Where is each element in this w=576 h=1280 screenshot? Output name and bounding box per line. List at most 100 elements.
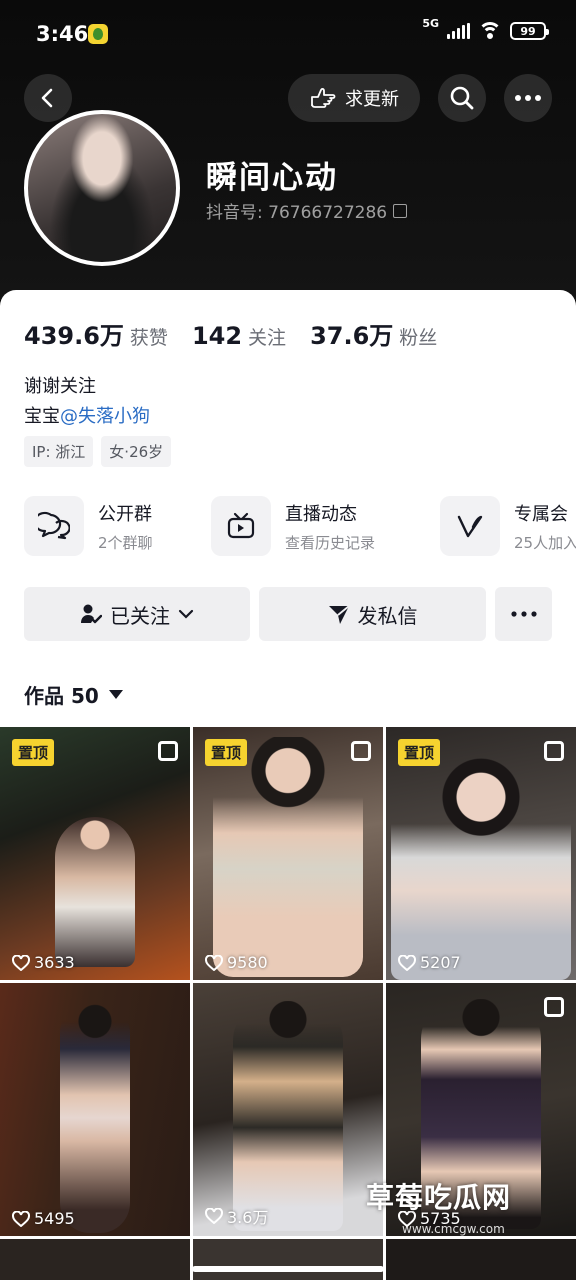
- stat-number: 142: [191, 322, 243, 350]
- stat-label: 获赞: [129, 327, 168, 349]
- work-thumbnail[interactable]: [0, 1239, 190, 1280]
- feature-membership[interactable]: 专属会 25人加入: [440, 496, 576, 556]
- status-time: 3:46: [36, 22, 89, 46]
- status-indicators: 5G 99: [422, 17, 549, 40]
- more-dots-icon: [510, 611, 537, 617]
- like-count: 5495: [12, 1209, 75, 1228]
- followed-label: 已关注: [110, 603, 170, 628]
- request-update-button[interactable]: 求更新: [288, 74, 420, 122]
- search-icon: [450, 86, 474, 110]
- feature-subtitle: 25人加入: [514, 533, 576, 552]
- photo-figure: [60, 1003, 130, 1233]
- pointing-hand-icon: [311, 88, 336, 108]
- network-type: 5G: [422, 16, 439, 30]
- home-indicator[interactable]: [192, 1266, 384, 1272]
- battery-icon: 99: [510, 22, 549, 40]
- wifi-icon: [478, 22, 502, 40]
- user-check-icon: [81, 604, 102, 624]
- like-count: 5207: [398, 953, 461, 972]
- mention-link[interactable]: @失落小狗: [60, 406, 150, 427]
- like-count-value: 5207: [420, 953, 461, 972]
- multi-image-icon: [158, 741, 178, 761]
- stat-followers[interactable]: 37.6万 粉丝: [310, 316, 437, 351]
- avatar[interactable]: [24, 110, 180, 266]
- work-thumbnail[interactable]: [193, 1239, 383, 1280]
- feature-subtitle: 查看历史记录: [285, 533, 376, 552]
- stat-likes[interactable]: 439.6万 获赞: [24, 316, 168, 351]
- multi-image-icon: [351, 741, 371, 761]
- stat-number: 439.6万: [24, 322, 124, 350]
- watermark-title: 草莓吃瓜网: [366, 1181, 512, 1214]
- bio-text: 宝宝: [24, 406, 60, 427]
- ip-location-tag: IP: 浙江: [24, 436, 94, 467]
- work-thumbnail[interactable]: [386, 1239, 576, 1280]
- heart-icon: [12, 954, 30, 971]
- request-update-label: 求更新: [345, 89, 399, 110]
- more-actions-button[interactable]: [495, 587, 552, 641]
- like-count-value: 9580: [227, 953, 268, 972]
- paper-plane-icon: [328, 605, 350, 624]
- followed-button[interactable]: 已关注: [24, 587, 250, 641]
- tv-icon: [211, 496, 271, 556]
- chevron-down-icon: [178, 609, 194, 619]
- works-label: 作品 50: [24, 684, 99, 708]
- back-button[interactable]: [24, 74, 72, 122]
- nickname: 瞬间心动: [206, 160, 338, 196]
- watermark-url: www.cmcgw.com: [402, 1222, 505, 1236]
- send-message-button[interactable]: 发私信: [259, 587, 486, 641]
- like-count: 3633: [12, 953, 75, 972]
- v-badge-icon: [440, 496, 500, 556]
- profile-tags: IP: 浙江 女·26岁: [24, 436, 172, 467]
- app-notification-icon: [88, 24, 108, 44]
- douyin-id[interactable]: 抖音号: 76766727286: [206, 198, 408, 223]
- stat-label: 粉丝: [399, 327, 438, 349]
- gender-age-tag: 女·26岁: [101, 436, 172, 467]
- feature-row: 公开群 2个群聊 直播动态 查看历史记录 专属会 25人加入: [24, 496, 576, 558]
- search-button[interactable]: [438, 74, 486, 122]
- stat-following[interactable]: 142 关注: [192, 322, 286, 350]
- photo-figure: [55, 817, 135, 967]
- work-thumbnail[interactable]: 置顶 5207: [386, 727, 576, 980]
- feature-title: 直播动态: [285, 503, 357, 525]
- photo-figure: [233, 1001, 343, 1231]
- more-options-button[interactable]: [504, 74, 552, 122]
- works-tab[interactable]: 作品 50: [24, 680, 123, 709]
- bio-line: 宝宝@失落小狗: [24, 402, 150, 428]
- multi-image-icon: [544, 997, 564, 1017]
- more-dots-icon: [515, 95, 541, 101]
- like-count: 3.6万: [205, 1204, 268, 1228]
- photo-figure: [213, 737, 363, 977]
- feature-group-chat[interactable]: 公开群 2个群聊: [24, 496, 153, 556]
- feature-live-history[interactable]: 直播动态 查看历史记录: [211, 496, 375, 556]
- pinned-badge: 置顶: [205, 739, 248, 766]
- like-count-value: 3.6万: [227, 1208, 269, 1227]
- send-message-label: 发私信: [357, 603, 418, 628]
- work-thumbnail[interactable]: 置顶 3633: [0, 727, 190, 980]
- stat-number: 37.6万: [310, 322, 394, 350]
- feature-subtitle: 2个群聊: [98, 533, 153, 552]
- pinned-badge: 置顶: [398, 739, 441, 766]
- like-count-value: 3633: [34, 953, 75, 972]
- stat-label: 关注: [248, 327, 287, 349]
- triangle-down-icon: [108, 690, 123, 699]
- feature-title: 专属会: [514, 503, 568, 525]
- bio-line: 谢谢关注: [24, 376, 96, 397]
- heart-icon: [205, 1208, 223, 1224]
- heart-icon: [398, 954, 416, 971]
- work-thumbnail[interactable]: 5495: [0, 983, 190, 1236]
- like-count: 9580: [205, 953, 268, 972]
- work-thumbnail[interactable]: 置顶 9580: [193, 727, 383, 980]
- stats-row: 439.6万 获赞 142 关注 37.6万 粉丝: [24, 316, 461, 351]
- chevron-left-icon: [41, 88, 53, 108]
- heart-icon: [12, 1210, 30, 1227]
- chat-bubbles-icon: [24, 496, 84, 556]
- photo-figure: [391, 757, 571, 980]
- work-thumbnail[interactable]: 3.6万: [193, 983, 383, 1236]
- signal-icon: [447, 23, 470, 39]
- heart-icon: [205, 954, 223, 971]
- feature-title: 公开群: [98, 503, 152, 525]
- copy-icon[interactable]: [393, 203, 408, 218]
- like-count-value: 5495: [34, 1209, 75, 1228]
- action-buttons: 已关注 发私信: [24, 587, 552, 641]
- status-bar: 3:46 5G 99: [0, 0, 576, 70]
